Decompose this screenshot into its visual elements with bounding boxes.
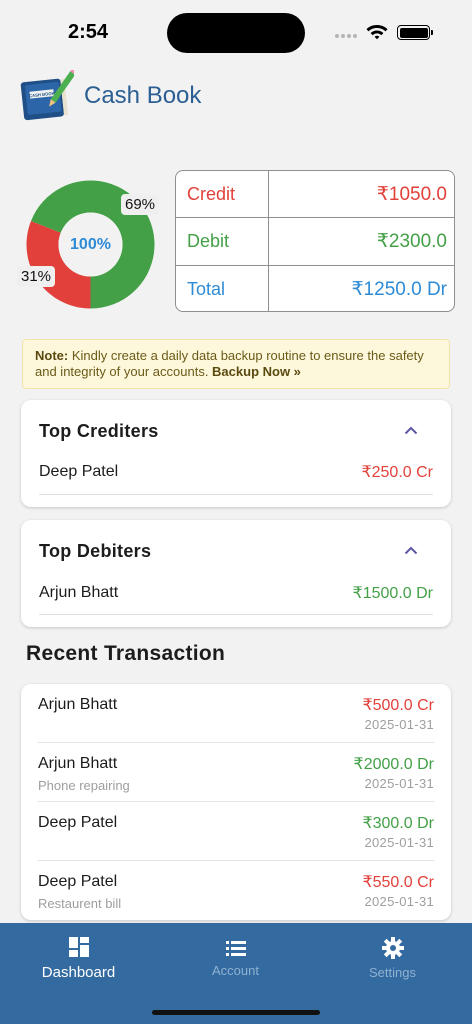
total-value: ₹1250.0 Dr [351,278,447,300]
transaction-row[interactable]: Arjun Bhatt Phone repairing ₹2000.0 Dr 2… [38,743,434,802]
transaction-row[interactable]: Arjun Bhatt ₹500.0 Cr 2025-01-31 [38,684,434,743]
debit-label: Debit [176,218,269,265]
collapse-crediters-button[interactable] [401,420,421,440]
transaction-row[interactable]: Deep Patel Restaurent bill ₹550.0 Cr 202… [38,861,434,920]
dynamic-island [167,13,305,53]
top-debiters-card: Top Debiters Arjun Bhatt ₹1500.0 Dr [21,520,451,627]
credit-value: ₹1050.0 [376,183,447,205]
crediter-row[interactable]: Deep Patel ₹250.0 Cr [39,462,433,482]
nav-dashboard-label: Dashboard [41,963,116,981]
transaction-date: 2025-01-31 [364,717,434,732]
status-bar: 2:54 [0,0,472,62]
app-title: Cash Book [84,82,202,109]
credit-percent-label: 69% [121,194,160,215]
divider [39,494,433,495]
transaction-amount: ₹2000.0 Dr [353,756,434,773]
cellular-signal-icon [335,34,357,38]
transaction-date: 2025-01-31 [364,776,434,791]
credit-row: Credit ₹1050.0 [176,171,454,219]
transaction-name: Deep Patel [38,814,118,831]
debit-value: ₹2300.0 [376,230,447,252]
nav-account-label: Account [212,962,259,978]
recent-transaction-list: Arjun Bhatt ₹500.0 Cr 2025-01-31 Arjun B… [21,684,451,920]
top-crediters-title: Top Crediters [39,421,159,441]
debiter-row[interactable]: Arjun Bhatt ₹1500.0 Dr [39,583,433,603]
crediter-name: Deep Patel [39,463,119,480]
gear-icon [381,936,404,959]
debit-percent-label: 31% [17,266,56,287]
list-icon [225,940,246,956]
app-header: CASH BOOK Cash Book [18,68,202,122]
nav-settings[interactable]: Settings [314,923,471,993]
debiter-amount: ₹1500.0 Dr [352,585,433,602]
chevron-up-icon [404,426,418,434]
chevron-up-icon [404,546,418,554]
divider [39,614,433,615]
transaction-amount: ₹300.0 Dr [362,815,434,832]
dashboard-icon [68,936,89,957]
top-debiters-title: Top Debiters [39,541,152,561]
summary-table: Credit ₹1050.0 Debit ₹2300.0 Total ₹1250… [175,170,455,312]
transaction-name: Arjun Bhatt [38,696,118,713]
transaction-note: Phone repairing [38,778,130,793]
backup-note: Note: Kindly create a daily data backup … [22,339,450,389]
transaction-name: Arjun Bhatt [38,755,118,772]
home-indicator [152,1010,320,1015]
transaction-amount: ₹550.0 Cr [362,874,434,891]
transaction-row[interactable]: Deep Patel ₹300.0 Dr 2025-01-31 [38,802,434,861]
transaction-date: 2025-01-31 [364,894,434,909]
note-prefix: Note: [35,348,69,363]
nav-settings-label: Settings [369,964,416,980]
nav-dashboard[interactable]: Dashboard [0,923,157,993]
credit-label: Credit [176,171,269,218]
status-time: 2:54 [68,21,109,43]
collapse-debiters-button[interactable] [401,540,421,560]
recent-transaction-heading: Recent Transaction [26,642,226,665]
transaction-note: Restaurent bill [38,896,122,911]
transaction-amount: ₹500.0 Cr [362,697,434,714]
backup-now-link[interactable]: Backup Now » [212,364,301,379]
top-crediters-card: Top Crediters Deep Patel ₹250.0 Cr [21,400,451,507]
debit-row: Debit ₹2300.0 [176,218,454,266]
cash-book-logo: CASH BOOK [18,68,78,122]
bottom-navigation: Dashboard Account Settings [0,923,472,1024]
transaction-name: Deep Patel [38,873,118,890]
transaction-date: 2025-01-31 [364,835,434,850]
battery-icon [397,25,433,40]
total-label: Total [176,265,269,311]
nav-account[interactable]: Account [157,923,314,993]
wifi-icon [366,25,388,40]
debiter-name: Arjun Bhatt [39,584,119,601]
crediter-amount: ₹250.0 Cr [361,464,433,481]
total-row: Total ₹1250.0 Dr [176,265,454,311]
